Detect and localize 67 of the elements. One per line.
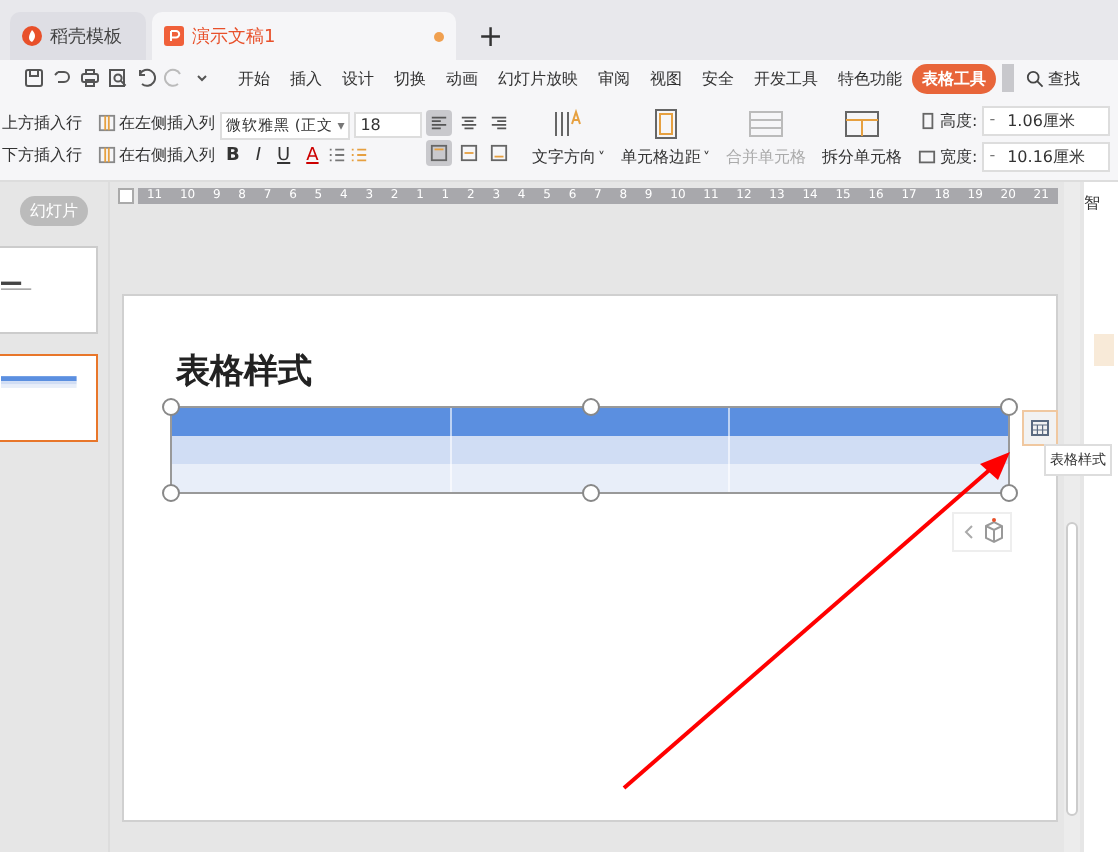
document-tab[interactable]: 演示文稿1 [152,12,456,60]
dimension-label: 宽度: [940,145,978,167]
document-tab[interactable]: 稻壳模板 [10,12,146,60]
align-button[interactable] [426,110,452,136]
format-button[interactable]: I [249,145,268,165]
save-icon[interactable] [24,68,44,88]
smart-toolbar[interactable] [952,512,1012,552]
print-preview-icon[interactable] [108,68,128,88]
ribbon-button[interactable]: 拆分单元格 [816,108,908,168]
tab-stop-icon[interactable] [118,188,134,204]
resize-handle[interactable] [162,398,180,416]
bullet-list-icon[interactable] [328,146,347,164]
vertical-align-button[interactable] [426,140,452,166]
insert-button[interactable]: 在左侧插入列 [97,111,220,133]
numbered-list-icon[interactable] [350,146,369,164]
redo-icon[interactable] [164,68,184,88]
insert-column-icon [97,145,115,163]
dimension-label: 高度: [940,109,978,131]
unsaved-dot-icon [434,31,444,41]
row-height-icon [918,111,936,129]
split-cells-icon [842,108,882,140]
new-tab-button[interactable]: + [478,18,504,54]
search-command[interactable]: 查找 [1026,67,1080,89]
insert-button[interactable]: 上方插入行 [2,111,87,133]
vertical-align-button[interactable] [486,140,512,166]
search-icon [1026,69,1044,87]
menu-tab[interactable]: 幻灯片放映 [488,63,588,93]
table[interactable] [170,406,1010,494]
slide-title: 表格样式 [176,350,314,394]
undo-icon[interactable] [136,68,156,88]
format-button[interactable]: B [220,145,246,165]
resize-handle[interactable] [582,484,600,502]
menu-tab[interactable]: 审阅 [588,63,640,93]
scrollbar[interactable] [1064,182,1080,852]
merge-cells-icon [746,108,786,140]
dimension-field[interactable]: - 10.16厘米 [981,141,1110,171]
insert-column-icon [97,113,115,131]
panel-title: 智 [1084,192,1102,214]
dimension-field[interactable]: - 1.06厘米 [981,105,1110,135]
vertical-align-button[interactable] [456,140,482,166]
menu-tab[interactable]: 开始 [228,63,280,93]
slide-thumbnail[interactable] [0,246,98,334]
resize-handle[interactable] [1000,484,1018,502]
menu-tab[interactable]: 开发工具 [744,63,828,93]
menu-tab[interactable]: 视图 [640,63,692,93]
resize-handle[interactable] [1000,398,1018,416]
menu-tab[interactable]: 插入 [280,63,332,93]
table-style-button[interactable] [1022,410,1058,446]
menu-tab[interactable]: 设计 [332,63,384,93]
slide-thumbnail[interactable] [0,354,98,442]
menu-tab[interactable]: 切换 [384,63,436,93]
insert-button[interactable]: 下方插入行 [2,143,87,165]
resize-handle[interactable] [582,398,600,416]
menu-tab[interactable]: 动画 [436,63,488,93]
font-size-dropdown[interactable]: 18 [354,112,423,138]
menu-tab[interactable]: 特色功能 [828,63,912,93]
column-width-icon [918,147,936,165]
menu-tab[interactable]: 安全 [692,63,744,93]
format-button[interactable]: A [300,145,325,165]
table-icon [1030,418,1050,438]
format-button[interactable]: U [271,145,297,165]
print-icon[interactable] [80,68,100,88]
presentation-logo-icon [164,26,184,46]
undo-curve-icon[interactable] [52,68,72,88]
resize-handle[interactable] [162,484,180,502]
insert-button[interactable]: 在右侧插入列 [97,143,220,165]
flame-logo-icon [22,26,42,46]
